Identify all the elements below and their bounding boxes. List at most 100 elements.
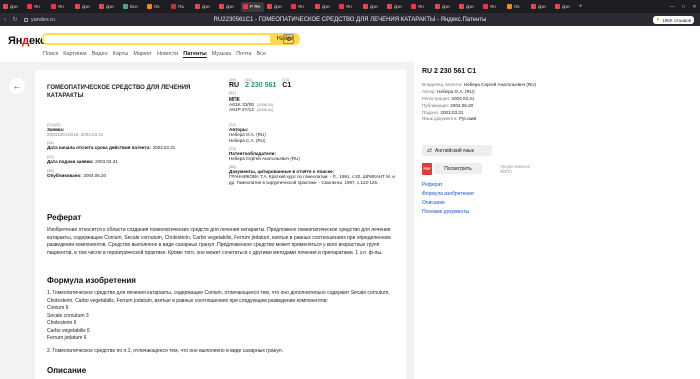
browser-tab[interactable]: Ян <box>25 2 48 12</box>
tab-favicon-icon <box>243 4 248 9</box>
nav-item[interactable]: Картинки <box>63 51 86 58</box>
address-bar: ‹ ↻ yandex.ru RU2230561C1 - ГОМЕОПАТИЧЕС… <box>0 13 700 26</box>
tab-favicon-icon <box>531 4 536 9</box>
search-input[interactable] <box>42 33 272 45</box>
tab-favicon-icon <box>315 4 320 9</box>
nav-item[interactable]: Карты <box>113 51 129 58</box>
tab-favicon-icon <box>51 4 56 9</box>
back-button[interactable]: ← <box>9 78 25 94</box>
translate-icon: ⇄ <box>427 148 433 154</box>
browser-tab[interactable]: Дзе <box>193 2 216 12</box>
patent-number: 2 230 561 <box>245 82 277 89</box>
camera-search-icon[interactable] <box>283 34 294 44</box>
browser-tab[interactable]: Ян <box>49 2 72 12</box>
tab-favicon-icon <box>171 4 176 9</box>
browser-tab[interactable]: Ян <box>481 2 504 12</box>
browser-tab[interactable]: Ок <box>505 2 528 12</box>
tab-favicon-icon <box>339 4 344 9</box>
nav-item[interactable]: Музыка <box>212 51 231 58</box>
english-language-button[interactable]: ⇄ Английский язык <box>422 145 492 156</box>
nav-item[interactable]: Почта <box>236 51 251 58</box>
tab-favicon-icon <box>507 4 512 9</box>
document-title: ГОМЕОПАТИЧЕСКОЕ СРЕДСТВО ДЛЯ ЛЕЧЕНИЯ КАТ… <box>47 85 191 100</box>
tab-favicon-icon <box>459 4 464 9</box>
link-referat[interactable]: Реферат <box>422 181 474 190</box>
patent-sidebar: RU 2 230 561 C1 Владелец патента: Небера… <box>414 62 700 379</box>
tab-favicon-icon <box>483 4 488 9</box>
pdf-icon[interactable]: PDF <box>422 163 432 175</box>
application-value: 2003100410/15, 2003.03.31 <box>47 132 104 137</box>
new-tab-icon[interactable]: + <box>576 3 585 10</box>
sidebar-meta: Владелец патента: Небера Сергей Анатолье… <box>422 82 537 122</box>
tab-favicon-icon <box>3 4 8 9</box>
description-heading: Описание <box>47 366 87 375</box>
browser-tab[interactable]: Все <box>121 2 144 12</box>
nav-item[interactable]: Видео <box>92 51 108 58</box>
view-pdf-button[interactable]: Посмотреть <box>434 163 482 174</box>
nav-item[interactable]: Все <box>256 51 265 58</box>
back-arrow-icon[interactable]: ‹ <box>0 17 10 23</box>
country-code: RU <box>229 82 240 89</box>
tab-favicon-icon <box>387 4 392 9</box>
tab-favicon-icon <box>411 4 416 9</box>
yandex-header: Яндекс Найти Поиск Картинки Видео Карты Марк… <box>0 26 700 62</box>
link-description[interactable]: Описание <box>422 199 474 208</box>
star-icon: ★ <box>655 17 661 23</box>
mpk-line: A61P 27/12 (2006.01) <box>229 108 274 113</box>
application-fields: (21)(22) Заявка: 2003100410/15, 2003.03.… <box>47 120 222 179</box>
page-title-text: RU2230561C1 - ГОМЕОПАТИЧЕСКОЕ СРЕДСТВО Д… <box>213 16 487 23</box>
maximize-icon[interactable]: □ <box>678 4 689 10</box>
yandex-logo[interactable]: Яндекс <box>8 35 46 47</box>
tab-favicon-icon <box>27 4 32 9</box>
arrow-left-icon: ← <box>13 81 21 91</box>
tab-favicon-icon <box>147 4 152 9</box>
browser-tab[interactable]: Дзе <box>97 2 120 12</box>
referat-heading: Реферат <box>47 213 82 222</box>
link-formula[interactable]: Формула изобретения <box>422 190 474 199</box>
tab-favicon-icon <box>267 4 272 9</box>
browser-tab[interactable]: Дзе <box>457 2 480 12</box>
browser-tab[interactable]: Дзе <box>265 2 288 12</box>
tab-favicon-icon <box>195 4 200 9</box>
reload-icon[interactable]: ↻ <box>10 16 20 23</box>
nav-item[interactable]: Маркет <box>133 51 152 58</box>
patent-document: ГОМЕОПАТИЧЕСКОЕ СРЕДСТВО ДЛЯ ЛЕЧЕНИЯ КАТ… <box>35 70 406 379</box>
browser-tab[interactable]: Р Ян <box>241 1 264 12</box>
tab-favicon-icon <box>219 4 224 9</box>
nav-item[interactable]: Новости <box>157 51 178 58</box>
browser-tab[interactable]: Дзе <box>1 2 24 12</box>
referat-text: Изобретение относится к области создания… <box>47 227 391 256</box>
url-text: yandex.ru <box>31 16 56 23</box>
tab-favicon-icon <box>435 4 440 9</box>
browser-tab[interactable]: Дзе <box>385 2 408 12</box>
provided-by: Предоставлено ФИПС <box>500 164 531 175</box>
nav-item[interactable]: Патенты <box>183 51 207 58</box>
tab-favicon-icon <box>363 4 368 9</box>
tab-favicon-icon <box>123 4 128 9</box>
sidebar-links: Реферат Формула изобретения Описание Пох… <box>422 181 474 217</box>
formula-text: 1. Гомеопатическое средство для лечения … <box>47 290 390 354</box>
browser-tab[interactable]: Па <box>169 2 192 12</box>
sidebar-title: RU 2 230 561 C1 <box>422 68 477 75</box>
browser-tab[interactable]: Дзе <box>433 2 456 12</box>
close-icon[interactable]: ✕ <box>689 4 700 10</box>
browser-tab[interactable]: Дзе <box>73 2 96 12</box>
browser-tab[interactable]: Дзе <box>361 2 384 12</box>
link-similar[interactable]: Похожие документы <box>422 208 474 217</box>
author-fields: (72) Авторы: Небера О.А. (RU) Небера С.А… <box>229 123 395 186</box>
tab-favicon-icon <box>75 4 80 9</box>
browser-tab[interactable]: Дзе <box>529 2 552 12</box>
patent-codes: (19) RU (11) 2 230 561 (13) C1 (51) МПК … <box>229 78 299 113</box>
browser-tab[interactable]: Ок <box>145 2 168 12</box>
browser-tab[interactable]: Ян <box>337 2 360 12</box>
browser-tab[interactable]: Ян <box>289 2 312 12</box>
nav-item[interactable]: Поиск <box>43 51 58 58</box>
browser-tab[interactable]: Дзе <box>217 2 240 12</box>
browser-tab[interactable]: Дзе <box>553 2 576 12</box>
browser-tab[interactable]: Дзе <box>313 2 336 12</box>
reviews-badge[interactable]: ★ 196K отзывов <box>652 16 694 24</box>
minimize-icon[interactable]: — <box>667 4 678 10</box>
url-field[interactable]: yandex.ru <box>24 17 55 23</box>
browser-tab[interactable]: Ян <box>409 2 432 12</box>
tab-favicon-icon <box>291 4 296 9</box>
